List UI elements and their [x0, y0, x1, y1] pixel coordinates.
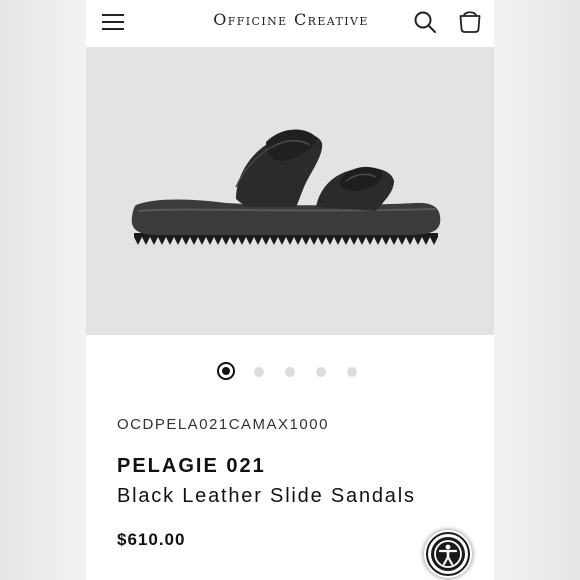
- carousel-dot-4[interactable]: [316, 367, 326, 377]
- product-price: $610.00: [117, 530, 186, 549]
- carousel-dot-1[interactable]: [217, 362, 235, 380]
- background-left: [0, 0, 86, 580]
- product-image[interactable]: [86, 47, 494, 335]
- hamburger-menu-icon[interactable]: [100, 10, 126, 34]
- accessibility-person-icon: [431, 537, 465, 571]
- brand-logo[interactable]: Officine Creative: [191, 10, 391, 29]
- shopping-bag-icon[interactable]: [457, 8, 483, 34]
- product-name: PELAGIE 021: [117, 455, 266, 477]
- product-sku: OCDPELA021CAMAX1000: [117, 416, 329, 433]
- mobile-screen: Officine Creative OCDPELA021CAMAX1000 PE…: [86, 0, 494, 580]
- carousel-dot-3[interactable]: [285, 367, 295, 377]
- image-carousel-pagination: [86, 358, 494, 386]
- carousel-dot-5[interactable]: [347, 367, 357, 377]
- accessibility-button[interactable]: [426, 532, 470, 576]
- carousel-dot-2[interactable]: [254, 367, 264, 377]
- background-right: [494, 0, 580, 580]
- search-icon[interactable]: [412, 9, 438, 35]
- product-description: Black Leather Slide Sandals: [117, 485, 416, 507]
- top-navigation-bar: Officine Creative: [86, 0, 494, 46]
- sandal-image: [131, 129, 441, 245]
